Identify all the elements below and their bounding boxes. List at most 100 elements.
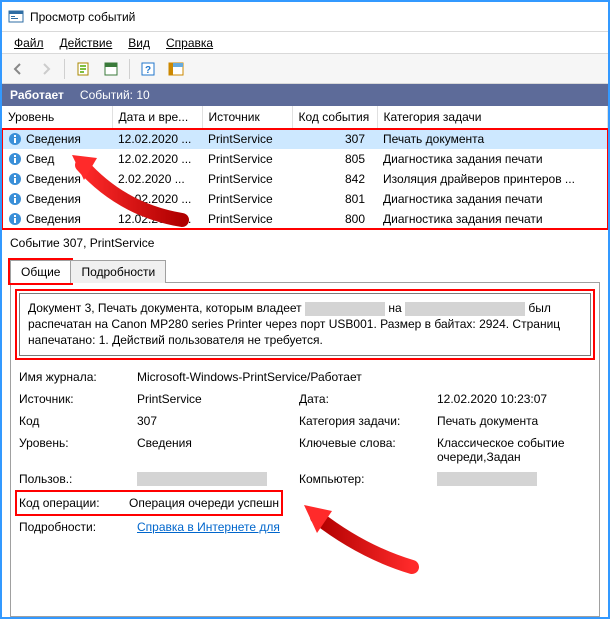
cell-level: Сведения xyxy=(26,212,81,226)
cell-id: 800 xyxy=(292,209,377,229)
label-id: Код xyxy=(19,414,129,428)
label-category: Категория задачи: xyxy=(299,414,429,428)
table-header-row: Уровень Дата и вре... Источник Код событ… xyxy=(2,106,608,129)
cell-category: Диагностика задания печати xyxy=(377,189,608,209)
cell-category: Диагностика задания печати xyxy=(377,149,608,169)
detail-header: Событие 307, PrintService xyxy=(10,236,600,250)
cell-date: 12.02.2020 ... xyxy=(112,209,202,229)
col-level[interactable]: Уровень xyxy=(2,106,112,129)
label-source: Источник: xyxy=(19,392,129,406)
app-icon xyxy=(8,9,24,25)
value-user xyxy=(137,472,291,487)
tab-body: Документ 3, Печать документа, которым вл… xyxy=(10,282,600,617)
value-category: Печать документа xyxy=(437,414,591,428)
cell-id: 805 xyxy=(292,149,377,169)
event-properties: Имя журнала: Microsoft-Windows-PrintServ… xyxy=(19,370,591,535)
info-icon xyxy=(8,172,22,186)
cell-id: 307 xyxy=(292,129,377,150)
toolbar: ? xyxy=(2,54,608,84)
value-more: Справка в Интернете для xyxy=(137,520,591,534)
table-row[interactable]: Сведения 2.02.2020 ...PrintService842Изол… xyxy=(2,169,608,189)
event-description: Документ 3, Печать документа, которым вл… xyxy=(19,293,591,356)
detail-tabs: Общие Подробности xyxy=(10,258,600,282)
menu-view[interactable]: Вид xyxy=(120,34,158,52)
label-computer: Компьютер: xyxy=(299,472,429,487)
label-user: Пользов.: xyxy=(19,472,129,487)
table-row[interactable]: Сведения 12.02.2020 ...PrintService801Диа… xyxy=(2,189,608,209)
status-bar: Работает Событий: 10 xyxy=(2,84,608,106)
col-event-id[interactable]: Код события xyxy=(292,106,377,129)
table-row[interactable]: Сведения 12.02.2020 ...PrintService800Диа… xyxy=(2,209,608,229)
cell-source: PrintService xyxy=(202,169,292,189)
tab-details[interactable]: Подробности xyxy=(70,260,166,283)
desc-part-2: на xyxy=(385,301,405,315)
desc-redacted-user xyxy=(305,302,385,316)
detail-pane: Событие 307, PrintService Общие Подробно… xyxy=(2,230,608,617)
cell-level: Сведения xyxy=(26,192,81,206)
menu-help[interactable]: Справка xyxy=(158,34,221,52)
menu-action[interactable]: Действие xyxy=(52,34,121,52)
tab-general[interactable]: Общие xyxy=(10,260,71,283)
table-row[interactable]: Свед 12.02.2020 ...PrintService805Диагнос… xyxy=(2,149,608,169)
cell-level: Сведения xyxy=(26,132,81,146)
desc-part-1: Документ 3, Печать документа, которым вл… xyxy=(28,301,305,315)
label-date: Дата: xyxy=(299,392,429,406)
cell-date: 12.02.2020 ... xyxy=(112,189,202,209)
col-source[interactable]: Источник xyxy=(202,106,292,129)
col-category[interactable]: Категория задачи xyxy=(377,106,608,129)
refresh-button[interactable] xyxy=(99,57,123,81)
cell-category: Изоляция драйверов принтеров ... xyxy=(377,169,608,189)
value-log: Microsoft-Windows-PrintService/Работает xyxy=(137,370,591,384)
menubar: Файл Действие Вид Справка xyxy=(2,32,608,54)
value-source: PrintService xyxy=(137,392,291,406)
event-table-area: Уровень Дата и вре... Источник Код событ… xyxy=(2,106,608,230)
status-state: Работает xyxy=(10,88,64,102)
label-opcode: Код операции: xyxy=(19,496,121,510)
cell-id: 842 xyxy=(292,169,377,189)
cell-source: PrintService xyxy=(202,149,292,169)
cell-date: 12.02.2020 ... xyxy=(112,149,202,169)
help-online-link[interactable]: Справка в Интернете для xyxy=(137,520,280,534)
value-keywords: Классическое событие очереди,Задан xyxy=(437,436,591,464)
cell-category: Диагностика задания печати xyxy=(377,209,608,229)
status-count: Событий: 10 xyxy=(80,88,150,102)
cell-source: PrintService xyxy=(202,209,292,229)
cell-source: PrintService xyxy=(202,189,292,209)
info-icon xyxy=(8,152,22,166)
info-icon xyxy=(8,132,22,146)
cell-id: 801 xyxy=(292,189,377,209)
event-table[interactable]: Уровень Дата и вре... Источник Код событ… xyxy=(2,106,608,229)
titlebar: Просмотр событий xyxy=(2,2,608,32)
cell-date: 12.02.2020 ... xyxy=(112,129,202,150)
value-opcode: Операция очереди успешн xyxy=(129,496,279,510)
cell-level: Сведения xyxy=(26,172,81,186)
cell-category: Печать документа xyxy=(377,129,608,150)
forward-button[interactable] xyxy=(34,57,58,81)
info-icon xyxy=(8,192,22,206)
cell-date: 2.02.2020 ... xyxy=(112,169,202,189)
cell-source: PrintService xyxy=(202,129,292,150)
table-row[interactable]: Сведения 12.02.2020 ...PrintService307Печ… xyxy=(2,129,608,150)
help-button[interactable]: ? xyxy=(136,57,160,81)
cell-level: Свед xyxy=(26,152,54,166)
menu-file[interactable]: Файл xyxy=(6,34,52,52)
properties-button[interactable] xyxy=(71,57,95,81)
event-viewer-window: Просмотр событий Файл Действие Вид Справ… xyxy=(0,0,610,619)
svg-text:?: ? xyxy=(145,65,151,76)
toolbar-sep-2 xyxy=(129,59,130,79)
label-keywords: Ключевые слова: xyxy=(299,436,429,464)
toolbar-sep xyxy=(64,59,65,79)
window-title: Просмотр событий xyxy=(30,10,135,24)
col-date[interactable]: Дата и вре... xyxy=(112,106,202,129)
info-icon xyxy=(8,212,22,226)
value-id: 307 xyxy=(137,414,291,428)
label-more: Подробности: xyxy=(19,520,129,534)
back-button[interactable] xyxy=(6,57,30,81)
opcode-row: Код операции: Операция очереди успешн xyxy=(19,494,279,512)
panel-button[interactable] xyxy=(164,57,188,81)
value-date: 12.02.2020 10:23:07 xyxy=(437,392,591,406)
value-level: Сведения xyxy=(137,436,291,464)
label-log: Имя журнала: xyxy=(19,370,129,384)
value-computer xyxy=(437,472,591,487)
label-level: Уровень: xyxy=(19,436,129,464)
